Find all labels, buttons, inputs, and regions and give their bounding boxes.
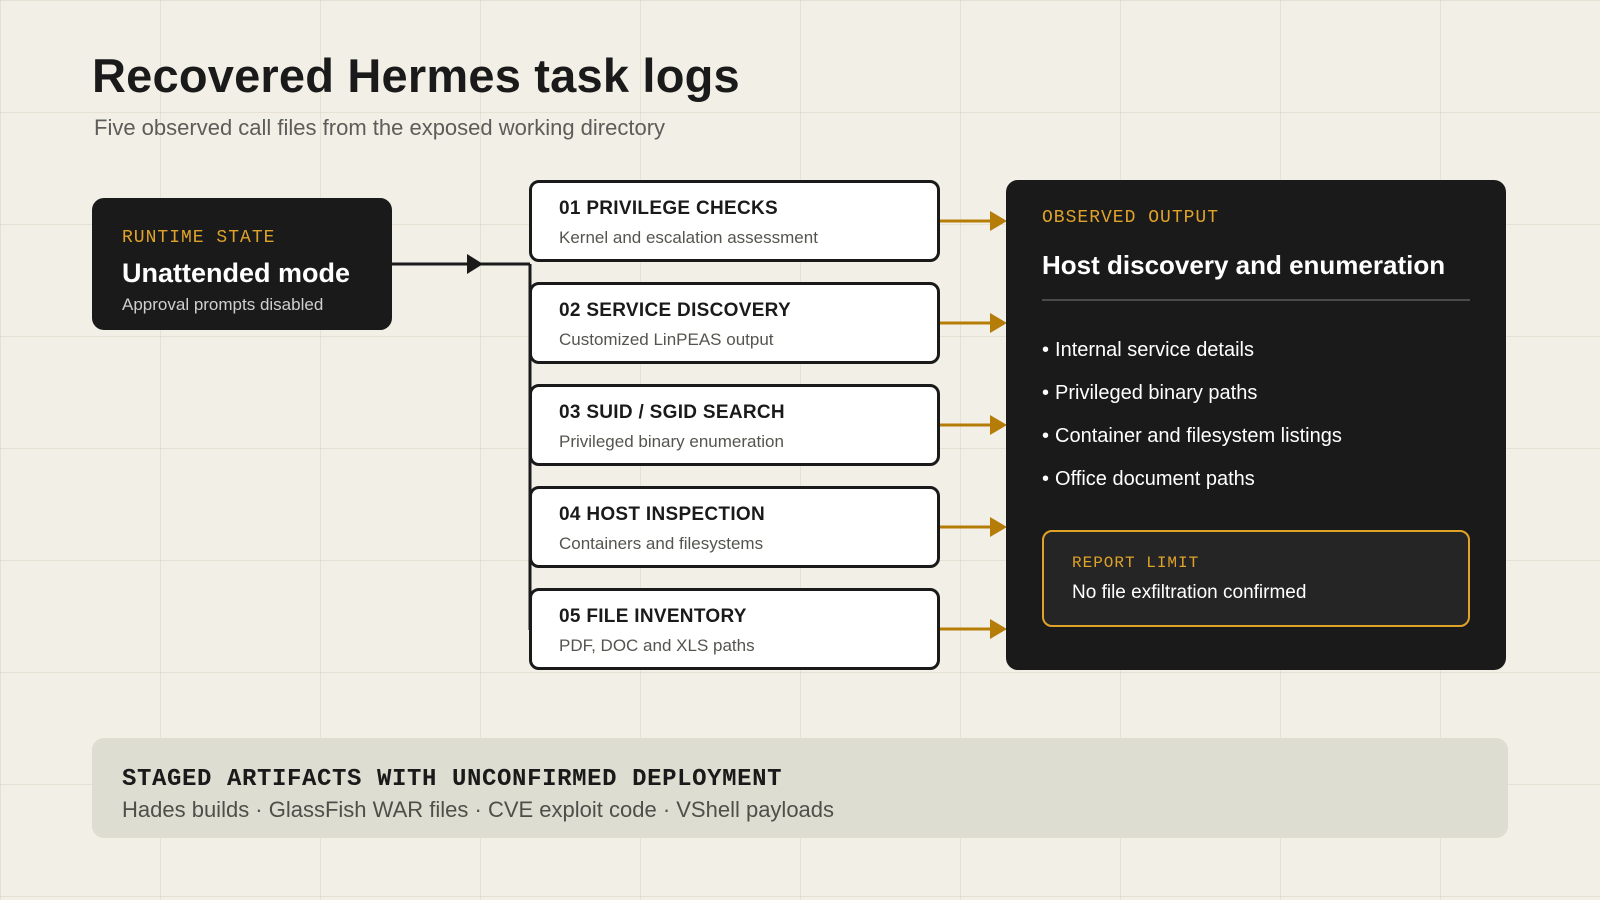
step-card-file-inventory: 05 FILE INVENTORY PDF, DOC and XLS paths — [529, 588, 940, 670]
bullet-icon: • — [1042, 339, 1050, 361]
step-description: Customized LinPEAS output — [559, 330, 774, 349]
step-1-output-arrowhead — [990, 211, 1007, 231]
step-title: 05 FILE INVENTORY — [559, 606, 747, 627]
observed-output-heading: Host discovery and enumeration — [1042, 250, 1446, 280]
page-subtitle: Five observed call files from the expose… — [94, 115, 666, 140]
bullet-icon: • — [1042, 382, 1050, 404]
observed-output-eyebrow: OBSERVED OUTPUT — [1042, 208, 1220, 228]
bullet-icon: • — [1042, 425, 1050, 447]
step-description: PDF, DOC and XLS paths — [559, 636, 755, 655]
report-limit-text: No file exfiltration confirmed — [1072, 582, 1307, 603]
list-item: • Container and filesystem listings — [1042, 415, 1470, 458]
step-title: 03 SUID / SGID SEARCH — [559, 402, 785, 423]
step-card-suid-sgid-search: 03 SUID / SGID SEARCH Privileged binary … — [529, 384, 940, 466]
step-card-host-inspection: 04 HOST INSPECTION Containers and filesy… — [529, 486, 940, 568]
staged-artifacts-panel: STAGED ARTIFACTS WITH UNCONFIRMED DEPLOY… — [92, 738, 1508, 838]
list-item-text: Office document paths — [1055, 468, 1255, 490]
observed-output-panel: OBSERVED OUTPUT Host discovery and enume… — [1006, 180, 1506, 670]
step-4-output-arrowhead — [990, 517, 1007, 537]
step-title: 04 HOST INSPECTION — [559, 504, 765, 525]
staged-artifacts-items: Hades builds · GlassFish WAR files · CVE… — [122, 797, 835, 822]
list-item-text: Container and filesystem listings — [1055, 425, 1342, 447]
step-title: 01 PRIVILEGE CHECKS — [559, 198, 778, 219]
list-item: • Internal service details — [1042, 329, 1470, 372]
step-description: Containers and filesystems — [559, 534, 764, 553]
staged-artifacts-title: STAGED ARTIFACTS WITH UNCONFIRMED DEPLOY… — [122, 766, 783, 793]
runtime-connector-arrowhead — [467, 254, 483, 274]
bullet-icon: • — [1042, 468, 1050, 490]
step-5-output-arrowhead — [990, 619, 1007, 639]
step-description: Kernel and escalation assessment — [559, 228, 818, 247]
step-title: 02 SERVICE DISCOVERY — [559, 300, 791, 321]
observed-output-list: • Internal service details • Privileged bi… — [1042, 329, 1470, 501]
runtime-state-eyebrow: RUNTIME STATE — [122, 228, 276, 248]
list-item-text: Privileged binary paths — [1055, 382, 1258, 404]
list-item: • Privileged binary paths — [1042, 372, 1470, 415]
runtime-state-note: Approval prompts disabled — [122, 295, 324, 314]
step-card-privilege-checks: 01 PRIVILEGE CHECKS Kernel and escalatio… — [529, 180, 940, 262]
report-limit-eyebrow: REPORT LIMIT — [1072, 554, 1200, 572]
list-item-text: Internal service details — [1055, 339, 1254, 361]
report-limit-box: REPORT LIMIT No file exfiltration confir… — [1042, 530, 1470, 627]
step-2-output-arrowhead — [990, 313, 1007, 333]
observed-output-divider — [1042, 299, 1470, 301]
runtime-state-card: RUNTIME STATE Unattended mode Approval p… — [92, 198, 392, 330]
step-card-service-discovery: 02 SERVICE DISCOVERY Customized LinPEAS … — [529, 282, 940, 364]
runtime-state-heading: Unattended mode — [122, 258, 351, 288]
step-3-output-arrowhead — [990, 415, 1007, 435]
step-description: Privileged binary enumeration — [559, 432, 784, 451]
list-item: • Office document paths — [1042, 458, 1470, 501]
page-title: Recovered Hermes task logs — [92, 49, 740, 102]
